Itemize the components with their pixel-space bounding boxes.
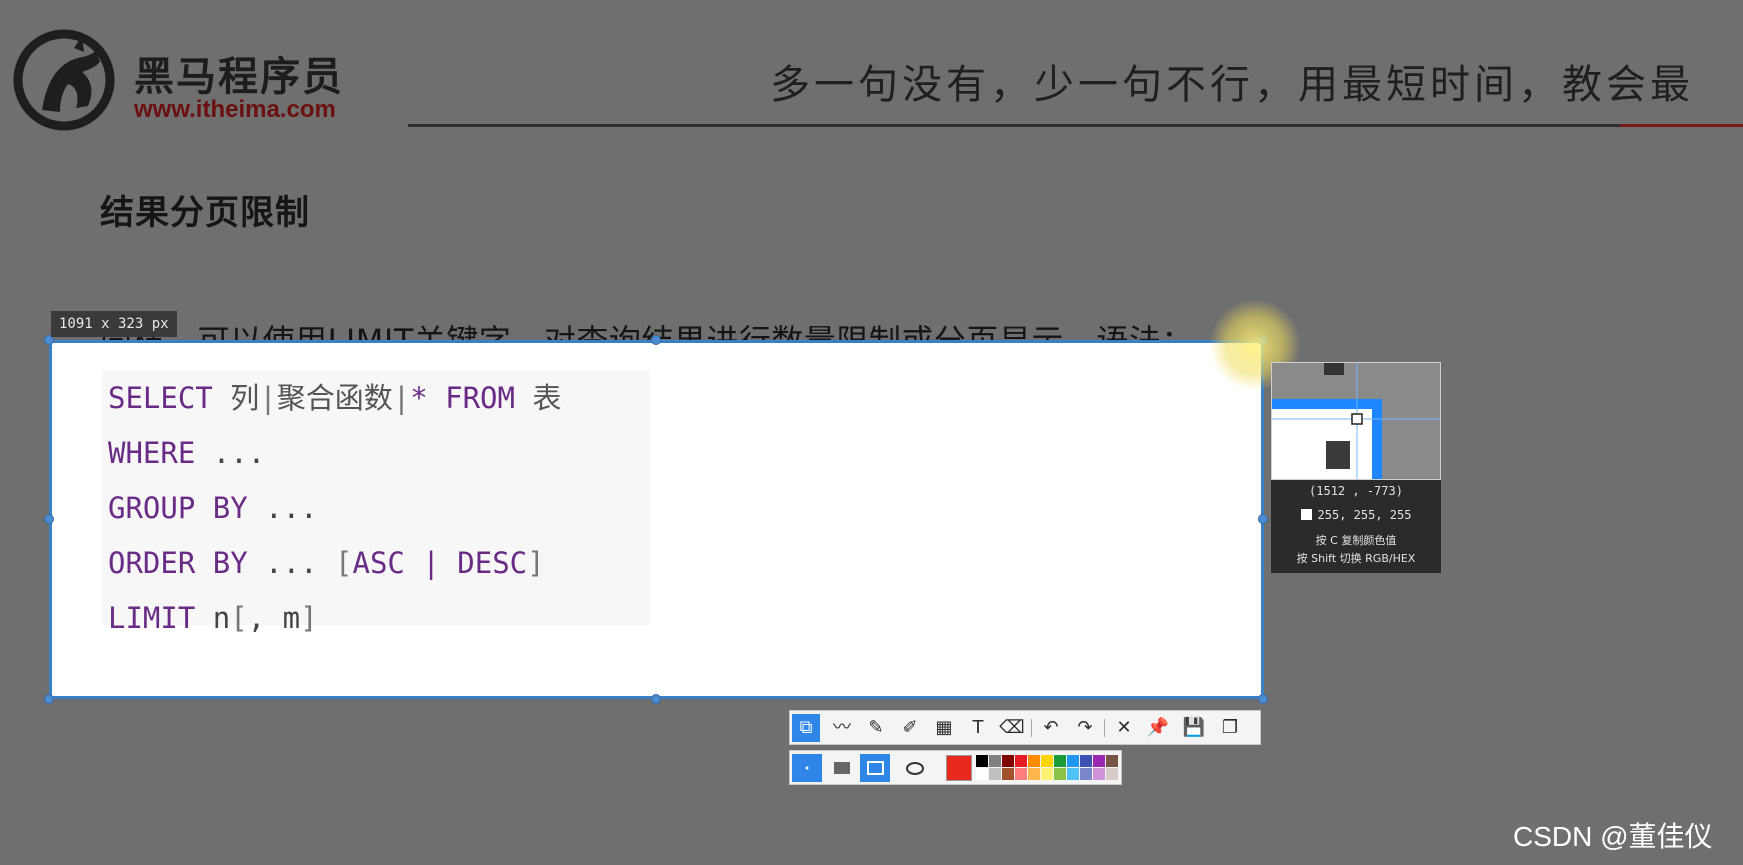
magnifier-zoom-view [1271,362,1441,480]
palette-color-cell[interactable] [1080,755,1092,767]
annotation-toolbar: ⧉ 〰 ✎ ✐ ▦ T ⌫ ↶ ↷ ✕ 📌 💾 ❐ [789,710,1261,745]
magnified-pixels [1272,363,1440,479]
polyline-icon[interactable]: 〰 [828,714,856,742]
palette-color-cell[interactable] [1080,768,1092,780]
palette-color-cell[interactable] [989,755,1001,767]
code-line: ORDER BY ... [ASC | DESC] [108,546,545,580]
palette-color-cell[interactable] [1106,755,1118,767]
resize-handle-bottom[interactable] [651,694,661,704]
palette-color-cell[interactable] [976,755,988,767]
palette-color-cell[interactable] [989,768,1001,780]
palette-color-cell[interactable] [1067,755,1079,767]
shape-options-bar [789,750,1122,785]
horse-emblem-icon [13,29,115,131]
eraser-icon[interactable]: ⌫ [998,714,1026,742]
resize-handle-bottom-right[interactable] [1258,694,1268,704]
palette-color-cell[interactable] [976,768,988,780]
sql-code-block: SELECT 列|聚合函数|* FROM 表 WHERE ... GROUP B… [102,371,650,635]
color-picker-magnifier: (1512 , -773) 255, 255, 255 按 C 复制颜色值 按 … [1271,362,1441,573]
dot-icon [805,766,809,770]
resize-handle-bottom-left[interactable] [44,694,54,704]
mosaic-icon[interactable]: ▦ [930,714,958,742]
cursor-coordinates: (1512 , -773) [1309,484,1403,498]
save-icon[interactable]: 💾 [1180,714,1208,742]
outline-rect-icon [867,761,884,775]
resize-handle-top[interactable] [651,335,661,345]
ellipse-icon [906,762,924,775]
pixel-color-swatch [1300,509,1312,520]
toolbar-divider [1031,719,1032,737]
palette-color-cell[interactable] [1041,755,1053,767]
redo-icon[interactable]: ↷ [1071,714,1099,742]
resize-handle-left[interactable] [44,514,54,524]
palette-color-cell[interactable] [1054,768,1066,780]
palette-color-cell[interactable] [1015,755,1027,767]
pencil-icon[interactable]: ✎ [862,714,890,742]
palette-color-cell[interactable] [1093,768,1105,780]
header-divider-accent [1620,124,1743,127]
pin-icon[interactable]: 📌 [1144,714,1172,742]
palette-color-cell[interactable] [1054,755,1066,767]
undo-icon[interactable]: ↶ [1037,714,1065,742]
palette-color-cell[interactable] [1015,768,1027,780]
switch-format-hint: 按 Shift 切换 RGB/HEX [1296,552,1416,565]
header-divider [408,124,1743,127]
text-icon[interactable]: T [964,714,992,742]
palette-color-cell[interactable] [1002,755,1014,767]
palette-color-cell[interactable] [1002,768,1014,780]
code-line: GROUP BY ... [108,491,318,525]
selection-size-badge: 1091 x 323 px [51,311,177,337]
palette-color-cell[interactable] [1106,768,1118,780]
marker-icon[interactable]: ✐ [896,714,924,742]
code-line: WHERE ... [108,436,266,470]
copy-icon[interactable]: ❐ [1216,714,1244,742]
code-line: SELECT 列|聚合函数|* FROM 表 [108,381,562,415]
stroke-size-small[interactable] [792,754,822,782]
itheima-logo: 黑马程序员 www.itheima.com [12,26,372,136]
capture-selection[interactable]: SELECT 列|聚合函数|* FROM 表 WHERE ... GROUP B… [49,340,1264,699]
color-palette [976,755,1118,781]
toolbar-divider [1104,719,1105,737]
outline-rect-option[interactable] [860,754,890,782]
palette-color-cell[interactable] [1041,768,1053,780]
crop-mode-icon[interactable]: ⧉ [792,714,820,742]
pixel-color-value: 255, 255, 255 [1271,508,1441,522]
section-title: 结果分页限制 [100,193,310,233]
palette-color-cell[interactable] [1067,768,1079,780]
slide-slogan: 多一句没有，少一句不行，用最短时间，教会最 [770,62,1694,108]
csdn-watermark: CSDN @董佳仪 [1513,821,1713,852]
filled-rect-icon [834,762,850,774]
resize-handle-right[interactable] [1258,514,1268,524]
palette-color-cell[interactable] [1093,755,1105,767]
copy-color-hint: 按 C 复制颜色值 [1315,534,1397,547]
logo-brand-name: 黑马程序员 [134,54,344,100]
filled-rect-option[interactable] [826,754,856,782]
current-color-swatch[interactable] [946,755,972,781]
logo-url: www.itheima.com [134,96,336,123]
ellipse-option[interactable] [900,754,930,782]
close-icon[interactable]: ✕ [1110,714,1138,742]
palette-color-cell[interactable] [1028,755,1040,767]
palette-color-cell[interactable] [1028,768,1040,780]
code-line: LIMIT n[, m] [108,601,318,635]
